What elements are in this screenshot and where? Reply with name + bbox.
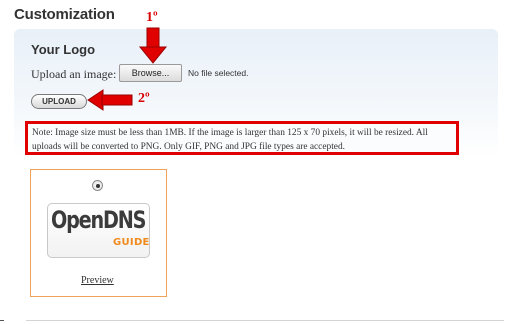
step-2-label: 2º	[138, 91, 150, 106]
section-title: Customization	[14, 6, 115, 23]
arrow-left-icon	[87, 89, 133, 111]
logo-text-main: OpenDNS	[51, 206, 146, 234]
logo-text-sub: GUIDE	[113, 237, 150, 248]
browse-button[interactable]: Browse...	[119, 64, 182, 82]
divider	[26, 320, 504, 321]
upload-button[interactable]: UPLOAD	[31, 94, 87, 109]
arrow-down-icon	[138, 27, 168, 64]
upload-label: Upload an image:	[31, 67, 117, 81]
file-status: No file selected.	[188, 68, 249, 78]
edge-marker	[0, 320, 4, 321]
preview-link[interactable]: Preview	[81, 275, 114, 286]
logo-panel-title: Your Logo	[31, 42, 96, 57]
upload-note: Note: Image size must be less than 1MB. …	[25, 121, 459, 155]
logo-select-radio[interactable]	[92, 180, 103, 191]
step-1-label: 1º	[146, 10, 158, 25]
